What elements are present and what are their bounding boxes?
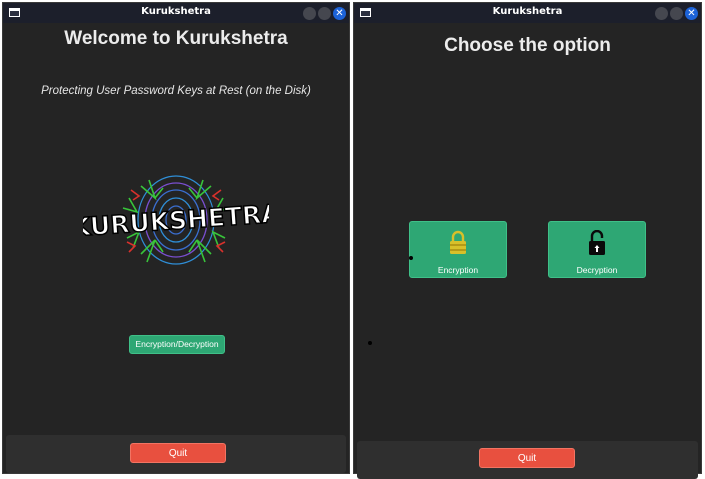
minimize-button[interactable] (655, 7, 668, 20)
lock-closed-icon (450, 230, 466, 254)
close-button[interactable]: ✕ (333, 7, 346, 20)
maximize-button[interactable] (318, 7, 331, 20)
options-window: Kurukshetra ✕ Choose the option Encrypti… (353, 2, 702, 479)
decryption-button[interactable]: Decryption (548, 221, 646, 278)
title-bar[interactable]: Kurukshetra ✕ (354, 3, 701, 23)
page-title: Choose the option (444, 35, 611, 56)
logo-text: KURUKSHETRA (83, 199, 269, 243)
quit-button[interactable]: Quit (479, 448, 575, 468)
kurukshetra-logo: KURUKSHETRA (83, 175, 269, 265)
window-title: Kurukshetra (492, 6, 563, 17)
lock-open-icon (589, 230, 605, 255)
welcome-window: Kurukshetra ✕ Welcome to Kurukshetra Pro… (2, 2, 350, 474)
title-bar[interactable]: Kurukshetra ✕ (3, 3, 349, 23)
window-title: Kurukshetra (141, 6, 211, 17)
maximize-button[interactable] (670, 7, 683, 20)
decryption-label: Decryption (576, 265, 618, 275)
quit-button[interactable]: Quit (130, 443, 226, 463)
stray-dot (409, 256, 413, 260)
page-title: Welcome to Kurukshetra (64, 28, 288, 49)
encryption-button[interactable]: Encryption (409, 221, 507, 278)
minimize-button[interactable] (303, 7, 316, 20)
encryption-decryption-button[interactable]: Encryption/Decryption (129, 335, 225, 354)
close-button[interactable]: ✕ (685, 7, 698, 20)
encryption-label: Encryption (437, 265, 479, 275)
subtitle: Protecting User Password Keys at Rest (o… (41, 85, 311, 97)
stray-dot (368, 341, 372, 345)
